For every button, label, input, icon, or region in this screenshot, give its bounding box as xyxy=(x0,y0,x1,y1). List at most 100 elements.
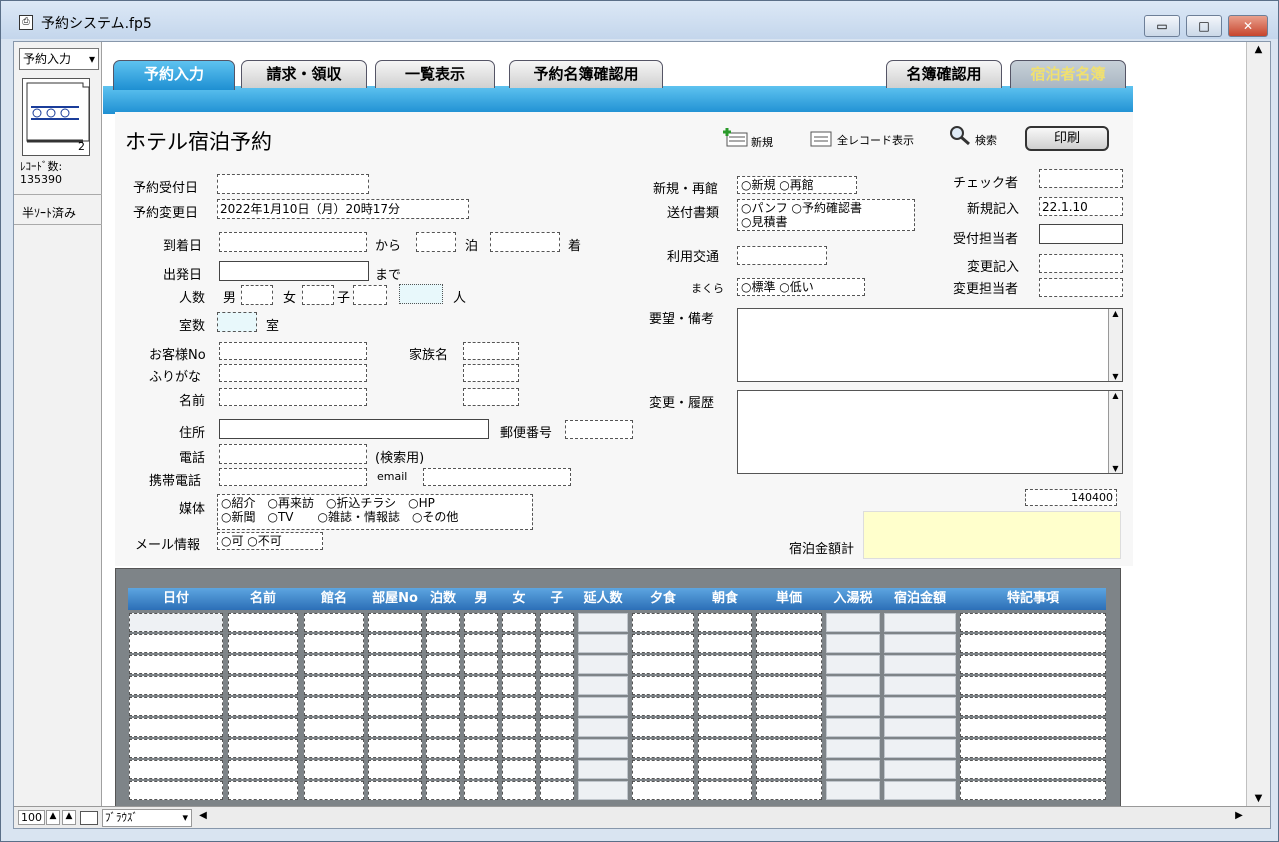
table-cell-breakfast[interactable] xyxy=(698,760,752,779)
table-cell-male[interactable] xyxy=(464,718,498,737)
table-cell-room-no[interactable] xyxy=(368,739,422,758)
table-cell-breakfast[interactable] xyxy=(698,739,752,758)
change-staff-field[interactable] xyxy=(1039,278,1123,297)
address-field[interactable] xyxy=(219,419,489,439)
table-cell-dinner[interactable] xyxy=(632,697,694,716)
table-cell-notes[interactable] xyxy=(960,739,1106,758)
name-field[interactable] xyxy=(219,388,367,406)
table-cell-unit-price[interactable] xyxy=(756,613,822,632)
scroll-down-icon[interactable]: ▼ xyxy=(1109,464,1122,473)
transport-field[interactable] xyxy=(737,246,827,265)
table-cell-female[interactable] xyxy=(502,697,536,716)
table-cell-name[interactable] xyxy=(228,655,298,674)
table-cell-name[interactable] xyxy=(228,634,298,653)
table-cell-unit-price[interactable] xyxy=(756,676,822,695)
table-cell-date[interactable] xyxy=(129,613,223,632)
table-cell-date[interactable] xyxy=(129,655,223,674)
table-cell-unit-price[interactable] xyxy=(756,739,822,758)
table-cell-dinner[interactable] xyxy=(632,655,694,674)
table-cell-nights[interactable] xyxy=(426,760,460,779)
mail-info-radio[interactable]: ○可 ○不可 xyxy=(217,532,323,550)
table-cell-dinner[interactable] xyxy=(632,781,694,800)
table-cell-male[interactable] xyxy=(464,655,498,674)
table-cell-building[interactable] xyxy=(304,760,364,779)
history-textarea[interactable]: ▲ ▼ xyxy=(737,390,1123,474)
mobile-field[interactable] xyxy=(219,468,367,486)
table-cell-breakfast[interactable] xyxy=(698,634,752,653)
table-cell-nights[interactable] xyxy=(426,634,460,653)
table-cell-nights[interactable] xyxy=(426,781,460,800)
show-all-records-button[interactable]: 全レコード表示 xyxy=(837,132,914,148)
reception-date-field[interactable] xyxy=(217,174,369,194)
table-cell-male[interactable] xyxy=(464,781,498,800)
table-cell-male[interactable] xyxy=(464,760,498,779)
table-cell-notes[interactable] xyxy=(960,634,1106,653)
table-cell-name[interactable] xyxy=(228,676,298,695)
table-cell-child[interactable] xyxy=(540,676,574,695)
new-record-button[interactable]: 新規 xyxy=(751,134,773,150)
search-button[interactable]: 検索 xyxy=(975,132,997,148)
family-name-field-1[interactable] xyxy=(463,342,519,360)
search-icon[interactable] xyxy=(948,124,972,146)
rooms-field[interactable] xyxy=(217,312,257,332)
table-cell-notes[interactable] xyxy=(960,613,1106,632)
table-cell-unit-price[interactable] xyxy=(756,697,822,716)
table-cell-male[interactable] xyxy=(464,697,498,716)
table-cell-room-no[interactable] xyxy=(368,718,422,737)
table-cell-male[interactable] xyxy=(464,676,498,695)
table-cell-unit-price[interactable] xyxy=(756,760,822,779)
table-cell-building[interactable] xyxy=(304,697,364,716)
request-textarea[interactable]: ▲ ▼ xyxy=(737,308,1123,382)
table-cell-male[interactable] xyxy=(464,634,498,653)
table-cell-child[interactable] xyxy=(540,781,574,800)
table-cell-notes[interactable] xyxy=(960,697,1106,716)
furigana-field[interactable] xyxy=(219,364,367,382)
table-cell-name[interactable] xyxy=(228,760,298,779)
table-cell-date[interactable] xyxy=(129,760,223,779)
table-cell-child[interactable] xyxy=(540,718,574,737)
total-people-field[interactable] xyxy=(399,284,443,304)
pillow-radio[interactable]: ○標準 ○低い xyxy=(737,278,865,296)
change-date-field[interactable]: 2022年1月10日（月）20時17分 xyxy=(217,199,469,219)
new-visit-radio[interactable]: ○新規 ○再館 xyxy=(737,176,857,194)
table-cell-room-no[interactable] xyxy=(368,760,422,779)
tab-roster-check[interactable]: 名簿確認用 xyxy=(886,60,1002,88)
zoom-level[interactable]: 100 xyxy=(18,810,45,825)
table-cell-name[interactable] xyxy=(228,739,298,758)
table-cell-female[interactable] xyxy=(502,739,536,758)
status-area-toggle-icon[interactable] xyxy=(80,811,98,825)
table-cell-nights[interactable] xyxy=(426,613,460,632)
zoom-in-icon[interactable]: ▲ xyxy=(62,810,76,825)
show-all-records-icon[interactable] xyxy=(810,130,834,148)
media-radio-group[interactable]: ○紹介 ○再来訪 ○折込チラシ ○HP ○新聞 ○TV ○雑誌・情報誌 ○その他 xyxy=(217,494,533,530)
table-cell-building[interactable] xyxy=(304,634,364,653)
table-cell-name[interactable] xyxy=(228,613,298,632)
table-cell-child[interactable] xyxy=(540,655,574,674)
table-cell-breakfast[interactable] xyxy=(698,718,752,737)
table-cell-building[interactable] xyxy=(304,739,364,758)
zoom-out-icon[interactable]: ▲ xyxy=(46,810,60,825)
table-cell-child[interactable] xyxy=(540,760,574,779)
table-cell-name[interactable] xyxy=(228,697,298,716)
table-cell-room-no[interactable] xyxy=(368,697,422,716)
family-name-field-2[interactable] xyxy=(463,364,519,382)
table-cell-dinner[interactable] xyxy=(632,613,694,632)
table-cell-breakfast[interactable] xyxy=(698,676,752,695)
table-cell-date[interactable] xyxy=(129,676,223,695)
table-cell-female[interactable] xyxy=(502,760,536,779)
table-cell-notes[interactable] xyxy=(960,781,1106,800)
table-cell-nights[interactable] xyxy=(426,739,460,758)
table-cell-nights[interactable] xyxy=(426,697,460,716)
female-count-field[interactable] xyxy=(302,285,334,305)
history-scrollbar[interactable]: ▲ ▼ xyxy=(1108,391,1122,473)
table-cell-female[interactable] xyxy=(502,781,536,800)
table-cell-date[interactable] xyxy=(129,718,223,737)
scroll-down-icon[interactable]: ▼ xyxy=(1109,372,1122,381)
change-entry-field[interactable] xyxy=(1039,254,1123,273)
arrival-date-field[interactable] xyxy=(219,232,367,252)
table-cell-date[interactable] xyxy=(129,739,223,758)
table-cell-room-no[interactable] xyxy=(368,781,422,800)
checker-field[interactable] xyxy=(1039,169,1123,188)
request-scrollbar[interactable]: ▲ ▼ xyxy=(1108,309,1122,381)
table-cell-date[interactable] xyxy=(129,781,223,800)
